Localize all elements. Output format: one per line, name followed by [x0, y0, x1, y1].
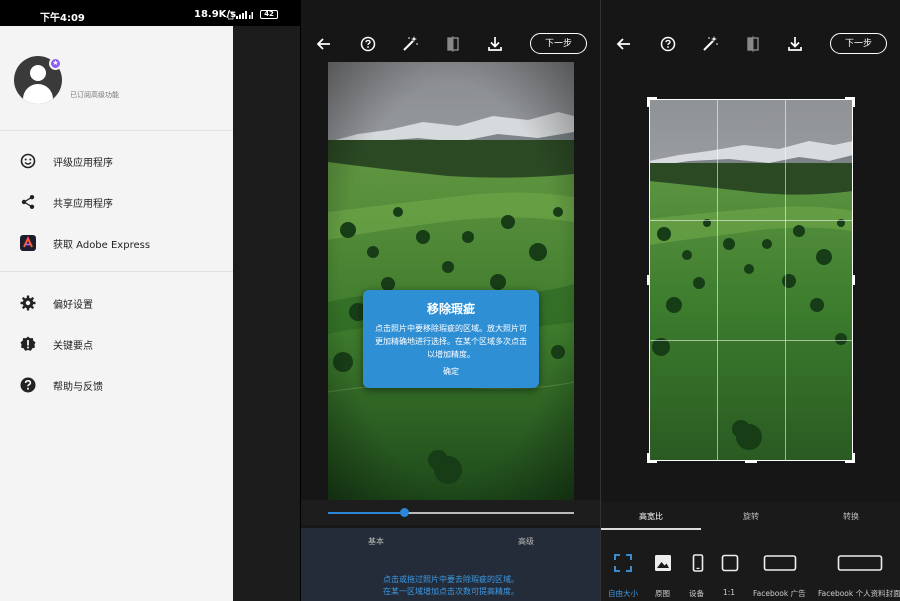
remove-blemish-dialog: 移除瑕疵 点击照片中要移除瑕疵的区域。放大照片可更加精确地进行选择。在某个区域多… [363, 290, 539, 388]
option-square[interactable]: 1:1 [717, 530, 745, 601]
next-step-button[interactable]: 下一步 [530, 33, 587, 54]
crop-corner-handle[interactable] [845, 453, 855, 463]
help-circle-icon[interactable] [658, 34, 678, 54]
battery-icon: 42 [260, 10, 278, 19]
menu-label: 评级应用程序 [53, 158, 113, 169]
next-step-button[interactable]: 下一步 [830, 33, 887, 54]
help-circle-icon[interactable] [358, 34, 378, 54]
menu-label: 共享应用程序 [53, 199, 113, 210]
option-free-size[interactable]: 自由大小 [601, 530, 645, 601]
option-original[interactable]: 原图 [649, 530, 681, 601]
option-facebook-cover[interactable]: Facebook 个人资料封面 [817, 530, 900, 601]
crop-corner-handle[interactable] [647, 97, 657, 107]
option-label: 设备 [689, 589, 704, 598]
menu-label: 关键要点 [53, 341, 93, 352]
dialog-title: 移除瑕疵 [426, 302, 475, 316]
photo-canvas[interactable] [328, 62, 574, 500]
heal-editor-screen: 下一步 移除瑕疵 点击照片中要移除瑕疵的区域。放大照片可更加精确地进行选择。在某… [300, 0, 600, 601]
option-label: 自由大小 [608, 589, 638, 598]
menu-item-preferences[interactable]: 偏好设置 [0, 285, 233, 321]
crop-grid-line [717, 100, 718, 460]
slider-thumb[interactable] [399, 508, 409, 517]
tab-rotate[interactable]: 旋转 [743, 511, 759, 522]
premium-star-icon: ★ [49, 57, 62, 70]
slider-fill [328, 512, 405, 514]
crop-edge-handle[interactable] [745, 460, 757, 463]
download-icon[interactable] [785, 34, 805, 54]
option-label: 原图 [655, 589, 670, 598]
square-icon [721, 554, 739, 572]
dialog-body: 点击照片中要移除瑕疵的区域。放大照片可更加精确地进行选择。在某个区域多次点击以增… [375, 324, 527, 359]
crop-grid-line [785, 100, 786, 460]
option-label: Facebook 广告 [753, 589, 806, 598]
tab-aspect-ratio[interactable]: 高宽比 [639, 511, 663, 522]
gear-icon [20, 295, 36, 311]
magic-wand-icon[interactable] [700, 34, 720, 54]
aspect-ratio-options: 自由大小 原图 设备 1:1 Facebook 广告 Facebook 个人资料… [601, 530, 900, 601]
smile-icon [20, 153, 36, 169]
magic-wand-icon[interactable] [400, 34, 420, 54]
option-device[interactable]: 设备 [685, 530, 713, 601]
editor-toolbar: 下一步 [601, 26, 900, 62]
menu-label: 获取 Adobe Express [53, 240, 151, 251]
crop-tabs: 高宽比 旋转 转换 [601, 502, 900, 530]
menu-item-get-adobe-express[interactable]: 获取 Adobe Express [0, 225, 233, 261]
hint-line: 点击或拖过照片中要去除瑕疵的区域。 [383, 575, 519, 584]
crop-grid-line [650, 220, 852, 221]
crop-corner-handle[interactable] [647, 453, 657, 463]
alert-icon [20, 336, 36, 351]
crop-edge-handle[interactable] [647, 275, 650, 285]
drawer-scrim[interactable] [233, 26, 300, 601]
tab-basic[interactable]: 基本 [368, 536, 384, 547]
crop-corner-handle[interactable] [845, 97, 855, 107]
landscape-photo [328, 62, 574, 500]
status-time: 下午4:09 [40, 13, 85, 24]
hint-line: 在某一区域增加点击次数可提高精度。 [383, 587, 519, 596]
signal-icon [228, 11, 253, 20]
menu-item-share-app[interactable]: 共享应用程序 [0, 184, 233, 220]
crop-grid-line [650, 340, 852, 341]
tab-transform[interactable]: 转换 [843, 511, 859, 522]
brush-size-slider[interactable] [301, 500, 600, 525]
option-label: Facebook 个人资料封面 [818, 589, 900, 598]
app-drawer-screen: 下午4:09 18.9K/s 42 ★ 已订阅高级功能 评级应用程序 共享应用程… [0, 0, 300, 601]
share-icon [21, 195, 35, 209]
crop-frame[interactable] [649, 99, 853, 461]
option-label: 1:1 [723, 588, 736, 597]
crop-edge-handle[interactable] [852, 275, 855, 285]
wide-rect-icon [837, 555, 883, 571]
navigation-drawer: ★ 已订阅高级功能 评级应用程序 共享应用程序 获取 Adobe Express… [0, 26, 233, 601]
free-size-icon [614, 554, 632, 572]
image-icon [655, 555, 671, 571]
menu-label: 偏好设置 [53, 300, 93, 311]
back-arrow-icon[interactable] [614, 34, 634, 54]
profile-subtitle: 已订阅高级功能 [70, 91, 119, 99]
tab-advanced[interactable]: 高级 [518, 536, 534, 547]
editor-toolbar: 下一步 [301, 26, 600, 62]
phone-icon [692, 554, 704, 572]
option-facebook-ad[interactable]: Facebook 广告 [751, 530, 813, 601]
menu-item-key-points[interactable]: 关键要点 [0, 326, 233, 362]
crop-editor-screen: 下一步 高宽比 旋转 转换 自由大小 原图 设备 1:1 Facebook 广告… [600, 0, 900, 601]
adobe-express-icon [20, 235, 36, 251]
compare-icon[interactable] [743, 34, 763, 54]
menu-label: 帮助与反馈 [53, 382, 103, 393]
heal-mode-tabs: 基本 高级 [301, 528, 600, 550]
compare-icon[interactable] [443, 34, 463, 54]
status-bar: 下午4:09 18.9K/s 42 [0, 0, 300, 26]
menu-item-rate-app[interactable]: 评级应用程序 [0, 143, 233, 179]
dialog-ok-button[interactable]: 确定 [433, 366, 469, 377]
divider [0, 271, 233, 272]
heal-hint: 点击或拖过照片中要去除瑕疵的区域。 在某一区域增加点击次数可提高精度。 [301, 550, 600, 601]
back-arrow-icon[interactable] [314, 34, 334, 54]
download-icon[interactable] [485, 34, 505, 54]
menu-item-help-feedback[interactable]: 帮助与反馈 [0, 367, 233, 403]
landscape-rect-icon [763, 555, 797, 571]
help-icon [20, 377, 36, 393]
divider [0, 130, 233, 131]
